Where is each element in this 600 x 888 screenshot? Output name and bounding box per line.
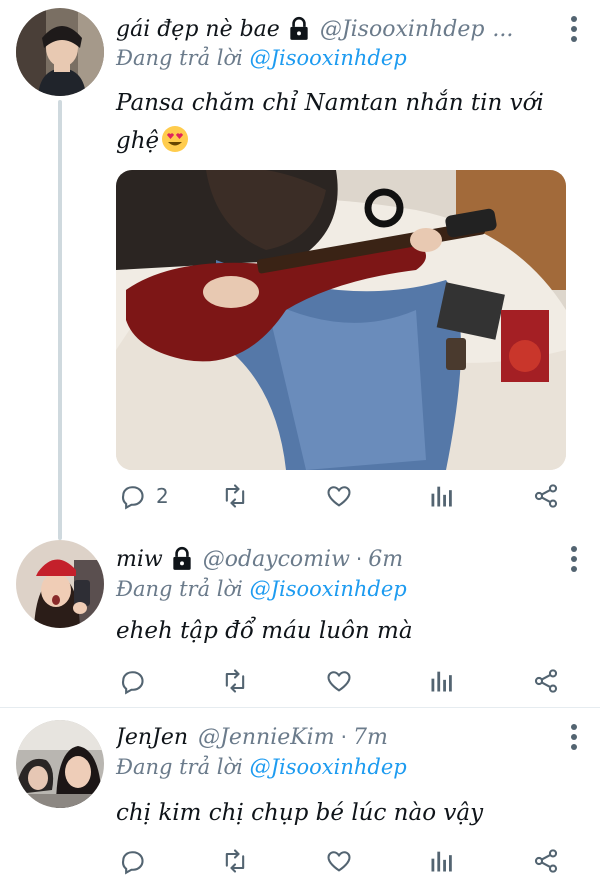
more-options-button[interactable]	[570, 16, 578, 42]
avatar[interactable]	[16, 540, 104, 628]
replying-mention[interactable]: @Jisooxinhdep	[250, 46, 407, 70]
retweet-button[interactable]	[221, 844, 249, 878]
share-button[interactable]	[532, 844, 560, 878]
handle-ellipsis: ...	[492, 16, 514, 42]
retweet-icon	[225, 484, 245, 508]
tweet-header: miw @odaycomiw · 6m	[116, 542, 584, 576]
share-icon	[534, 484, 558, 508]
heart-icon	[327, 486, 351, 507]
analytics-icon	[431, 486, 452, 507]
reply-button[interactable]	[118, 844, 146, 878]
user-handle[interactable]: @odaycomiw	[203, 547, 350, 572]
heart-icon	[327, 671, 351, 692]
views-button[interactable]	[428, 664, 456, 698]
replying-mention[interactable]: @Jisooxinhdep	[250, 577, 407, 601]
views-button[interactable]	[428, 479, 456, 513]
share-icon	[534, 669, 558, 693]
like-button[interactable]	[325, 664, 353, 698]
like-button[interactable]	[325, 479, 353, 513]
reply-count: 2	[156, 484, 169, 508]
timestamp[interactable]: 6m	[368, 547, 403, 572]
avatar[interactable]	[16, 720, 104, 808]
heart-icon	[327, 851, 351, 872]
replying-prefix: Đang trả lời	[116, 577, 243, 601]
timestamp[interactable]: 7m	[353, 725, 388, 750]
thread-line	[58, 100, 62, 540]
retweet-button[interactable]	[221, 479, 249, 513]
display-name[interactable]: JenJen	[116, 725, 188, 750]
tweet-text: Pansa chăm chỉ Namtan nhắn tin với ghệ	[116, 84, 556, 160]
analytics-icon	[431, 851, 452, 872]
avatar[interactable]	[16, 8, 104, 96]
retweet-icon	[225, 669, 245, 693]
display-name[interactable]: miw	[116, 547, 163, 572]
user-handle[interactable]: @Jisooxinhdep	[320, 17, 485, 42]
separator-dot: ·	[340, 725, 347, 749]
retweet-button[interactable]	[221, 664, 249, 698]
tweet-header: JenJen @JennieKim · 7m	[116, 720, 584, 754]
heart-eyes-emoji-icon	[161, 125, 189, 153]
tweet-photo[interactable]	[116, 170, 566, 470]
lock-icon	[286, 16, 312, 42]
tweet-header: gái đẹp nè bae @Jisooxinhdep ...	[116, 12, 584, 46]
tweet-2[interactable]: miw @odaycomiw · 6m Đang trả lời @Jisoox…	[0, 540, 600, 707]
reply-icon	[122, 486, 144, 510]
share-button[interactable]	[532, 479, 560, 513]
more-options-button[interactable]	[570, 724, 578, 750]
separator-dot: ·	[355, 547, 363, 571]
views-button[interactable]	[428, 844, 456, 878]
reply-icon	[122, 671, 144, 695]
replying-mention[interactable]: @Jisooxinhdep	[250, 755, 407, 779]
tweet-text-content: eheh tập đổ máu luôn mà	[116, 618, 413, 644]
reply-button[interactable]: 2	[118, 479, 169, 513]
tweet-text-content: chị kim chị chụp bé lúc nào vậy	[116, 800, 484, 826]
tweet-1[interactable]: gái đẹp nè bae @Jisooxinhdep ... Đang tr…	[0, 0, 600, 540]
tweet-text: eheh tập đổ máu luôn mà	[116, 612, 584, 650]
share-button[interactable]	[532, 664, 560, 698]
action-bar	[116, 664, 566, 698]
tweet-text: chị kim chị chụp bé lúc nào vậy	[116, 794, 584, 832]
replying-to: Đang trả lời @Jisooxinhdep	[116, 577, 407, 601]
action-bar	[116, 844, 566, 878]
like-button[interactable]	[325, 844, 353, 878]
share-icon	[534, 849, 558, 873]
lock-icon	[169, 546, 195, 572]
reply-button[interactable]	[118, 664, 146, 698]
replying-to: Đang trả lời @Jisooxinhdep	[116, 46, 407, 70]
reply-icon	[122, 851, 144, 875]
user-handle[interactable]: @JennieKim	[198, 725, 335, 750]
analytics-icon	[431, 671, 452, 692]
retweet-icon	[225, 849, 245, 873]
replying-to: Đang trả lời @Jisooxinhdep	[116, 755, 407, 779]
replying-prefix: Đang trả lời	[116, 46, 243, 70]
action-bar: 2	[116, 479, 566, 513]
replying-prefix: Đang trả lời	[116, 755, 243, 779]
tweet-3[interactable]: JenJen @JennieKim · 7m Đang trả lời @Jis…	[0, 708, 600, 888]
display-name[interactable]: gái đẹp nè bae	[116, 17, 280, 42]
more-options-button[interactable]	[570, 546, 578, 572]
